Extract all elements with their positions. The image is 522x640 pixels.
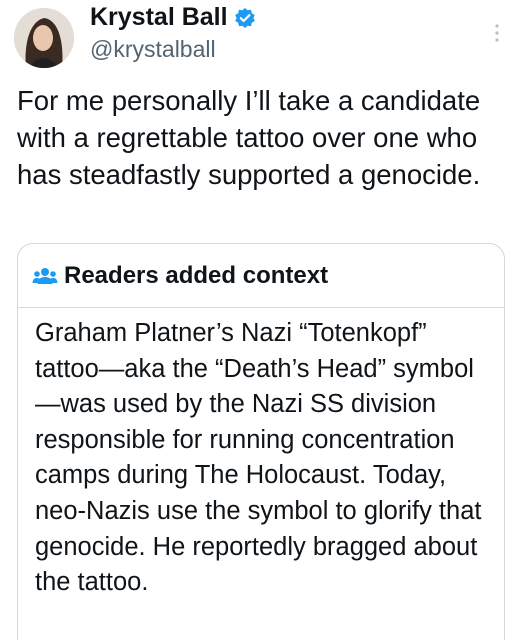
- author-handle[interactable]: @krystalball: [90, 36, 216, 63]
- community-note-body: Graham Platner’s Nazi “Totenkopf” tattoo…: [35, 319, 482, 597]
- people-icon: [32, 265, 58, 287]
- community-note-title: Readers added context: [64, 261, 329, 289]
- avatar-image: [14, 8, 74, 68]
- author-display-name[interactable]: Krystal Ball: [90, 3, 228, 32]
- author-name-row: Krystal Ball: [90, 3, 256, 32]
- tweet-text: For me personally I’ll take a candidate …: [17, 85, 481, 190]
- community-note-header: Readers added context: [18, 244, 504, 308]
- more-options-icon[interactable]: [490, 22, 504, 44]
- verified-badge-icon: [234, 7, 256, 29]
- community-note: Readers added context Graham Platner’s N…: [17, 243, 505, 640]
- avatar[interactable]: [14, 8, 74, 68]
- tweet-card: Krystal Ball @krystalball For me persona…: [0, 0, 522, 640]
